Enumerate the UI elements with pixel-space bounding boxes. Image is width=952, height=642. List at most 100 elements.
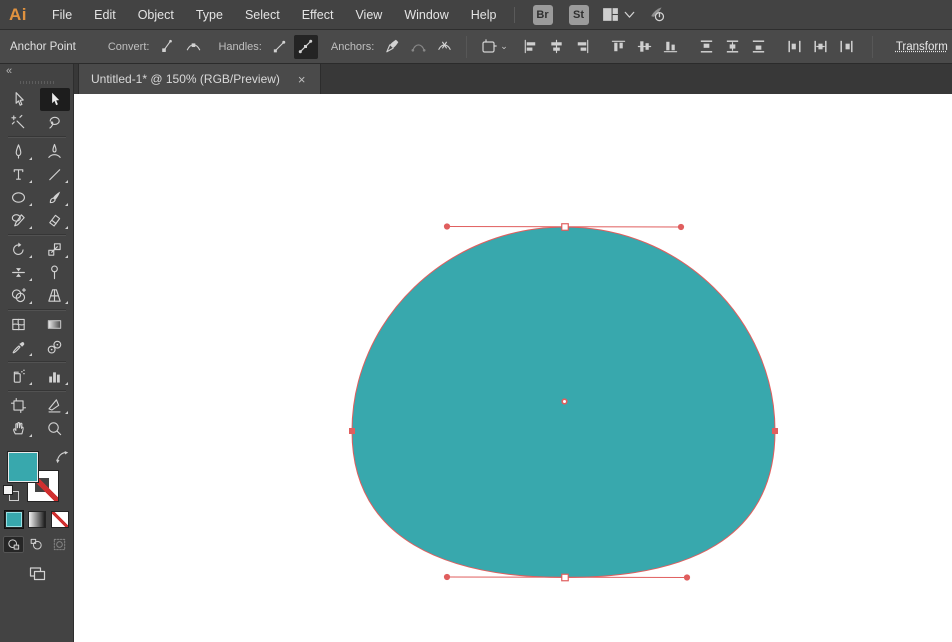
bridge-button[interactable]: Br [533, 5, 553, 25]
touch-workspace-button[interactable] [647, 5, 666, 24]
default-fill-stroke-icon[interactable] [3, 485, 19, 501]
anchors-group [379, 35, 457, 59]
align-v-center-icon[interactable] [633, 35, 657, 59]
distribute-top-icon[interactable] [695, 35, 719, 59]
menu-item-effect[interactable]: Effect [291, 0, 345, 30]
color-button[interactable] [5, 511, 23, 528]
perspective-grid-tool[interactable] [40, 284, 70, 307]
align-group [518, 35, 860, 59]
align-bottom-icon[interactable] [659, 35, 683, 59]
align-top-icon[interactable] [607, 35, 631, 59]
blend-tool[interactable] [40, 336, 70, 359]
tool-grid [0, 88, 73, 440]
canvas[interactable] [74, 94, 952, 642]
touch-workspace-icon [647, 5, 666, 24]
draw-behind-button[interactable] [26, 536, 47, 553]
stock-button[interactable]: St [569, 5, 589, 25]
artboard-preset-icon [480, 38, 498, 56]
toolbar-separator [8, 309, 66, 311]
chevron-down-icon: ⌄ [500, 41, 508, 52]
control-bar: Anchor Point Convert: Handles: Anchors: … [0, 30, 952, 64]
mesh-tool[interactable] [4, 313, 34, 336]
rotate-tool[interactable] [4, 238, 34, 261]
connect-anchor-icon[interactable] [406, 35, 430, 59]
anchor-bottom[interactable] [562, 574, 569, 581]
handle-dot[interactable] [444, 223, 450, 229]
remove-anchor-icon[interactable] [380, 35, 404, 59]
shaper-tool[interactable] [4, 209, 34, 232]
distribute-right-icon[interactable] [835, 35, 859, 59]
panel-grip[interactable] [20, 81, 54, 84]
distribute-v-center-icon[interactable] [721, 35, 745, 59]
align-left-icon[interactable] [519, 35, 543, 59]
menu-item-select[interactable]: Select [234, 0, 291, 30]
distribute-bottom-icon[interactable] [747, 35, 771, 59]
tools-panel: « [0, 64, 74, 642]
menu-item-view[interactable]: View [344, 0, 393, 30]
direct-selection-tool[interactable] [40, 88, 70, 111]
menu-item-help[interactable]: Help [460, 0, 508, 30]
align-h-center-icon[interactable] [545, 35, 569, 59]
artboard-tool[interactable] [4, 394, 34, 417]
zoom-tool[interactable] [40, 417, 70, 440]
collapse-panel-button[interactable]: « [0, 64, 73, 78]
magic-wand-tool[interactable] [4, 111, 34, 134]
distribute-left-icon[interactable] [783, 35, 807, 59]
type-tool[interactable] [4, 163, 34, 186]
menu-item-object[interactable]: Object [127, 0, 185, 30]
anchor-top[interactable] [562, 224, 569, 231]
none-button[interactable] [51, 511, 69, 528]
shape-builder-tool[interactable] [4, 284, 34, 307]
line-segment-tool[interactable] [40, 163, 70, 186]
artboard-preset-button[interactable]: ⌄ [480, 38, 508, 56]
menu-item-file[interactable]: File [41, 0, 83, 30]
convert-corner-icon[interactable] [155, 35, 179, 59]
gradient-tool[interactable] [40, 313, 70, 336]
ellipse-tool[interactable] [4, 186, 34, 209]
eyedropper-tool[interactable] [4, 336, 34, 359]
arrange-documents-button[interactable] [601, 5, 639, 24]
convert-smooth-icon[interactable] [181, 35, 205, 59]
handle-dot[interactable] [684, 574, 690, 580]
menu-item-window[interactable]: Window [393, 0, 459, 30]
gradient-button[interactable] [28, 511, 46, 528]
distribute-h-center-icon[interactable] [809, 35, 833, 59]
transform-link[interactable]: Transform [896, 41, 948, 53]
paintbrush-tool[interactable] [40, 186, 70, 209]
curvature-tool[interactable] [40, 140, 70, 163]
puppet-warp-tool[interactable] [40, 261, 70, 284]
convert-label: Convert: [108, 41, 150, 53]
pen-tool[interactable] [4, 140, 34, 163]
width-tool[interactable] [4, 261, 34, 284]
menubar-separator [514, 7, 515, 23]
symbol-sprayer-tool[interactable] [4, 365, 34, 388]
screen-mode-button[interactable] [0, 564, 73, 582]
cut-path-icon[interactable] [432, 35, 456, 59]
menu-item-edit[interactable]: Edit [83, 0, 127, 30]
eraser-tool[interactable] [40, 209, 70, 232]
fill-swatch[interactable] [7, 451, 39, 483]
hide-handles-icon[interactable] [294, 35, 318, 59]
anchor-left[interactable] [349, 428, 355, 434]
align-right-icon[interactable] [571, 35, 595, 59]
draw-inside-button[interactable] [49, 536, 70, 553]
column-graph-tool[interactable] [40, 365, 70, 388]
close-icon[interactable]: × [296, 72, 308, 87]
lasso-tool[interactable] [40, 111, 70, 134]
shape-center-point[interactable] [562, 399, 567, 404]
scale-tool[interactable] [40, 238, 70, 261]
anchor-right[interactable] [772, 428, 778, 434]
selection-tool[interactable] [4, 88, 34, 111]
swap-fill-stroke-icon[interactable] [54, 449, 70, 465]
hand-tool[interactable] [4, 417, 34, 440]
artboard[interactable] [74, 94, 952, 642]
show-handles-icon[interactable] [268, 35, 292, 59]
color-mode-row [0, 511, 73, 528]
draw-normal-button[interactable] [3, 536, 24, 553]
handle-dot[interactable] [444, 574, 450, 580]
document-tab[interactable]: Untitled-1* @ 150% (RGB/Preview) × [78, 64, 321, 94]
handles-label: Handles: [218, 41, 261, 53]
slice-tool[interactable] [40, 394, 70, 417]
menu-item-type[interactable]: Type [185, 0, 234, 30]
handle-dot[interactable] [678, 224, 684, 230]
